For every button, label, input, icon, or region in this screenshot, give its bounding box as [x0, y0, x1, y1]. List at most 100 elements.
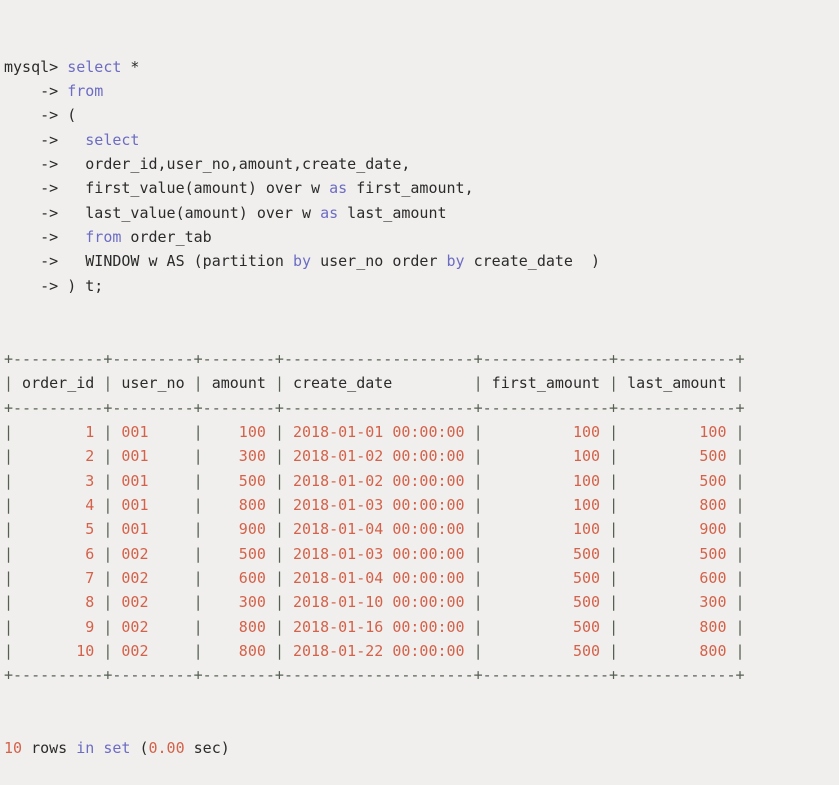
table-column-separator: |: [736, 423, 745, 441]
cell-first_amount: 100: [483, 520, 609, 538]
table-column-separator: |: [4, 545, 13, 563]
table-column-separator: |: [474, 472, 483, 490]
sql-keyword: by: [293, 252, 311, 270]
table-column-separator: |: [4, 447, 13, 465]
table-column-separator: |: [194, 472, 203, 490]
continuation-prompt: ->: [4, 179, 67, 197]
sql-text: [67, 131, 85, 149]
cell-amount: 800: [203, 496, 275, 514]
table-row: | 5 | 001 | 900 | 2018-01-04 00:00:00 | …: [4, 517, 839, 541]
table-row: | 8 | 002 | 300 | 2018-01-10 00:00:00 | …: [4, 590, 839, 614]
table-row: | 7 | 002 | 600 | 2018-01-04 00:00:00 | …: [4, 566, 839, 590]
table-column-separator: |: [4, 618, 13, 636]
table-header-row: | order_id | user_no | amount | create_d…: [4, 371, 839, 395]
table-row: | 1 | 001 | 100 | 2018-01-01 00:00:00 | …: [4, 420, 839, 444]
sql-query-line: -> select: [4, 128, 839, 152]
seconds-label: sec): [185, 739, 230, 757]
table-row: | 6 | 002 | 500 | 2018-01-03 00:00:00 | …: [4, 542, 839, 566]
table-column-separator: |: [194, 569, 203, 587]
cell-user_no: 001: [112, 423, 193, 441]
table-column-separator: |: [474, 496, 483, 514]
table-column-separator: |: [609, 593, 618, 611]
table-column-separator: |: [275, 520, 284, 538]
table-column-separator: |: [4, 472, 13, 490]
table-column-separator: |: [194, 374, 203, 392]
cell-create_date: 2018-01-01 00:00:00: [284, 423, 474, 441]
sql-text: (: [67, 106, 76, 124]
cell-last_amount: 600: [618, 569, 735, 587]
table-column-separator: |: [736, 569, 745, 587]
cell-last_amount: 500: [618, 472, 735, 490]
cell-user_no: 002: [112, 545, 193, 563]
cell-user_no: 001: [112, 520, 193, 538]
table-bottom-border: +----------+---------+--------+---------…: [4, 663, 839, 687]
mysql-prompt: mysql>: [4, 58, 67, 76]
row-count: 10: [4, 739, 22, 757]
table-column-separator: |: [736, 642, 745, 660]
cell-create_date: 2018-01-04 00:00:00: [284, 569, 474, 587]
cell-first_amount: 100: [483, 472, 609, 490]
table-column-separator: |: [194, 520, 203, 538]
table-column-separator: |: [275, 423, 284, 441]
cell-user_no: 001: [112, 496, 193, 514]
sql-query-line: -> WINDOW w AS (partition by user_no ord…: [4, 249, 839, 273]
table-column-separator: |: [275, 447, 284, 465]
table-column-separator: |: [609, 496, 618, 514]
table-column-separator: |: [736, 618, 745, 636]
cell-first_amount: 500: [483, 569, 609, 587]
table-column-separator: |: [736, 496, 745, 514]
table-column-separator: |: [609, 618, 618, 636]
cell-order_id: 4: [13, 496, 103, 514]
sql-keyword: select: [67, 58, 121, 76]
sql-text: WINDOW w AS (partition: [67, 252, 293, 270]
table-column-separator: |: [194, 447, 203, 465]
sql-query-line: -> (: [4, 103, 839, 127]
cell-amount: 800: [203, 642, 275, 660]
cell-create_date: 2018-01-02 00:00:00: [284, 447, 474, 465]
sql-text: [67, 228, 85, 246]
sql-text: *: [121, 58, 139, 76]
cell-amount: 300: [203, 447, 275, 465]
sql-query-line: -> ) t;: [4, 274, 839, 298]
rows-in-set-line: 10 rows in set (0.00 sec): [4, 736, 839, 760]
table-column-separator: |: [609, 374, 618, 392]
rows-word: rows: [22, 739, 76, 757]
cell-first_amount: 100: [483, 496, 609, 514]
column-header-first_amount: first_amount: [483, 374, 609, 392]
cell-user_no: 002: [112, 642, 193, 660]
table-border-line: +----------+---------+--------+---------…: [4, 399, 745, 417]
sql-query-line: -> from order_tab: [4, 225, 839, 249]
column-header-create_date: create_date: [284, 374, 474, 392]
cell-amount: 600: [203, 569, 275, 587]
table-column-separator: |: [736, 447, 745, 465]
table-column-separator: |: [609, 545, 618, 563]
table-column-separator: |: [194, 496, 203, 514]
table-column-separator: |: [275, 593, 284, 611]
table-column-separator: |: [194, 618, 203, 636]
table-column-separator: |: [275, 642, 284, 660]
cell-user_no: 002: [112, 569, 193, 587]
cell-create_date: 2018-01-10 00:00:00: [284, 593, 474, 611]
cell-user_no: 002: [112, 618, 193, 636]
table-column-separator: |: [4, 423, 13, 441]
table-row: | 9 | 002 | 800 | 2018-01-16 00:00:00 | …: [4, 615, 839, 639]
cell-last_amount: 500: [618, 447, 735, 465]
column-header-user_no: user_no: [112, 374, 193, 392]
table-row: | 4 | 001 | 800 | 2018-01-03 00:00:00 | …: [4, 493, 839, 517]
continuation-prompt: ->: [4, 82, 67, 100]
cell-create_date: 2018-01-22 00:00:00: [284, 642, 474, 660]
continuation-prompt: ->: [4, 252, 67, 270]
cell-last_amount: 300: [618, 593, 735, 611]
table-column-separator: |: [194, 423, 203, 441]
table-column-separator: |: [609, 423, 618, 441]
cell-last_amount: 800: [618, 618, 735, 636]
table-column-separator: |: [736, 520, 745, 538]
cell-first_amount: 100: [483, 423, 609, 441]
table-column-separator: |: [609, 447, 618, 465]
cell-create_date: 2018-01-03 00:00:00: [284, 496, 474, 514]
table-column-separator: |: [275, 618, 284, 636]
table-column-separator: |: [474, 569, 483, 587]
table-column-separator: |: [275, 569, 284, 587]
sql-text: first_value(amount) over w: [67, 179, 329, 197]
table-top-border: +----------+---------+--------+---------…: [4, 347, 839, 371]
